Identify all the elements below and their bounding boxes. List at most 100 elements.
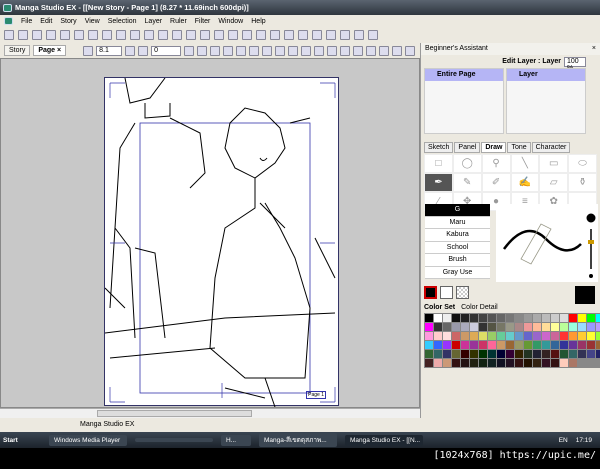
color-swatch[interactable] [560,332,568,340]
color-swatch[interactable] [488,332,496,340]
color-swatch[interactable] [488,314,496,322]
toolbar-button-15-icon[interactable] [214,30,224,40]
pencil-icon[interactable]: ✎ [452,173,482,192]
toolbar-button-12-icon[interactable] [172,30,182,40]
toolbar-button-2-icon[interactable] [32,30,42,40]
color-swatch[interactable] [551,341,559,349]
menu-filter[interactable]: Filter [195,18,211,25]
view-tool-17-icon[interactable] [405,45,416,56]
color-swatch[interactable] [551,350,559,358]
color-swatch[interactable] [578,341,586,349]
toolbar-button-1-icon[interactable] [18,30,28,40]
view-tool-5-icon[interactable] [249,45,260,56]
view-tool-4-icon[interactable] [236,45,247,56]
color-swatch[interactable] [551,314,559,322]
pen-icon[interactable]: ✒ [424,173,453,192]
view-tool-7-icon[interactable] [275,45,286,56]
color-swatch[interactable] [506,323,514,331]
color-swatch[interactable] [506,314,514,322]
pen-g[interactable]: G [425,204,490,217]
color-swatch[interactable] [425,323,433,331]
toolbar-button-24-icon[interactable] [340,30,350,40]
view-tool-11-icon[interactable] [327,45,338,56]
color-swatch[interactable] [461,341,469,349]
color-swatch[interactable] [524,341,532,349]
color-swatch[interactable] [434,341,442,349]
view-tool-9-icon[interactable] [301,45,312,56]
color-swatch[interactable] [578,332,586,340]
fill-icon[interactable]: ⚱ [568,173,597,192]
color-swatch[interactable] [560,359,568,367]
pen-brush[interactable]: Brush [425,254,490,267]
color-swatch[interactable] [533,341,541,349]
color-swatch[interactable] [497,350,505,358]
color-swatch[interactable] [524,350,532,358]
color-swatch[interactable] [452,359,460,367]
color-swatch[interactable] [461,350,469,358]
pen-maru[interactable]: Maru [425,216,490,229]
view-tool-14-icon[interactable] [366,45,377,56]
color-swatch[interactable] [524,323,532,331]
color-swatch[interactable] [479,341,487,349]
toolbar-button-3-icon[interactable] [46,30,56,40]
color-swatch[interactable] [470,332,478,340]
tab-panel[interactable]: Panel [454,142,481,153]
view-tool-2-icon[interactable] [210,45,221,56]
toolbar-button-0-icon[interactable] [4,30,14,40]
tab-tone[interactable]: Tone [507,142,531,153]
color-swatch[interactable] [470,350,478,358]
color-swatch[interactable] [569,359,577,367]
toolbar-button-11-icon[interactable] [158,30,168,40]
color-swatch[interactable] [497,332,505,340]
toolbar-button-21-icon[interactable] [298,30,308,40]
color-swatch[interactable] [434,323,442,331]
menu-view[interactable]: View [85,18,100,25]
toolbar-button-16-icon[interactable] [228,30,238,40]
color-swatch[interactable] [578,323,586,331]
color-swatch[interactable] [542,341,550,349]
toolbar-button-18-icon[interactable] [256,30,266,40]
color-swatch[interactable] [488,341,496,349]
color-swatch[interactable] [542,323,550,331]
page-item-entire-page[interactable]: Entire Page [425,69,503,81]
color-swatch[interactable] [551,332,559,340]
color-swatch[interactable] [470,323,478,331]
tab-story[interactable]: Story [4,45,31,56]
color-swatch[interactable] [434,314,442,322]
tab-sketch[interactable]: Sketch [424,142,454,153]
line-icon[interactable]: ╲ [510,154,540,173]
color-swatch[interactable] [443,359,451,367]
color-swatch[interactable] [479,359,487,367]
manga-page[interactable]: Page 1 [104,77,339,408]
task-h[interactable]: H... [221,434,251,446]
menu-help[interactable]: Help [251,18,265,25]
color-swatch[interactable] [587,332,595,340]
toolbar-button-13-icon[interactable] [186,30,196,40]
menu-window[interactable]: Window [218,18,243,25]
color-swatch[interactable] [497,314,505,322]
menu-layer[interactable]: Layer [145,18,163,25]
color-swatch[interactable] [470,359,478,367]
panel-close-icon[interactable]: × [592,43,596,55]
tab-draw[interactable]: Draw [481,142,507,153]
view-tool-0-icon[interactable] [184,45,195,56]
view-tool-15-icon[interactable] [379,45,390,56]
color-swatch[interactable] [578,350,586,358]
color-swatch[interactable] [506,332,514,340]
task-browser[interactable]: Manga-สีเขตดุสภาพ... [259,433,337,447]
color-swatch[interactable] [524,359,532,367]
color-swatch[interactable] [542,359,550,367]
color-swatch[interactable] [515,332,523,340]
color-swatch[interactable] [560,341,568,349]
color-swatch[interactable] [524,314,532,322]
start-button[interactable]: Start [3,437,41,444]
color-swatch[interactable] [479,314,487,322]
color-swatch[interactable] [506,350,514,358]
tab-color-set[interactable]: Color Set [424,304,455,311]
lasso-icon[interactable]: ◯ [452,154,482,173]
color-swatch[interactable] [587,323,595,331]
color-swatch[interactable] [596,323,600,331]
close-tab-icon[interactable]: × [57,47,61,54]
view-tool-1-icon[interactable] [197,45,208,56]
task-manga-studio[interactable]: Manga Studio EX - [[N... [345,434,423,446]
